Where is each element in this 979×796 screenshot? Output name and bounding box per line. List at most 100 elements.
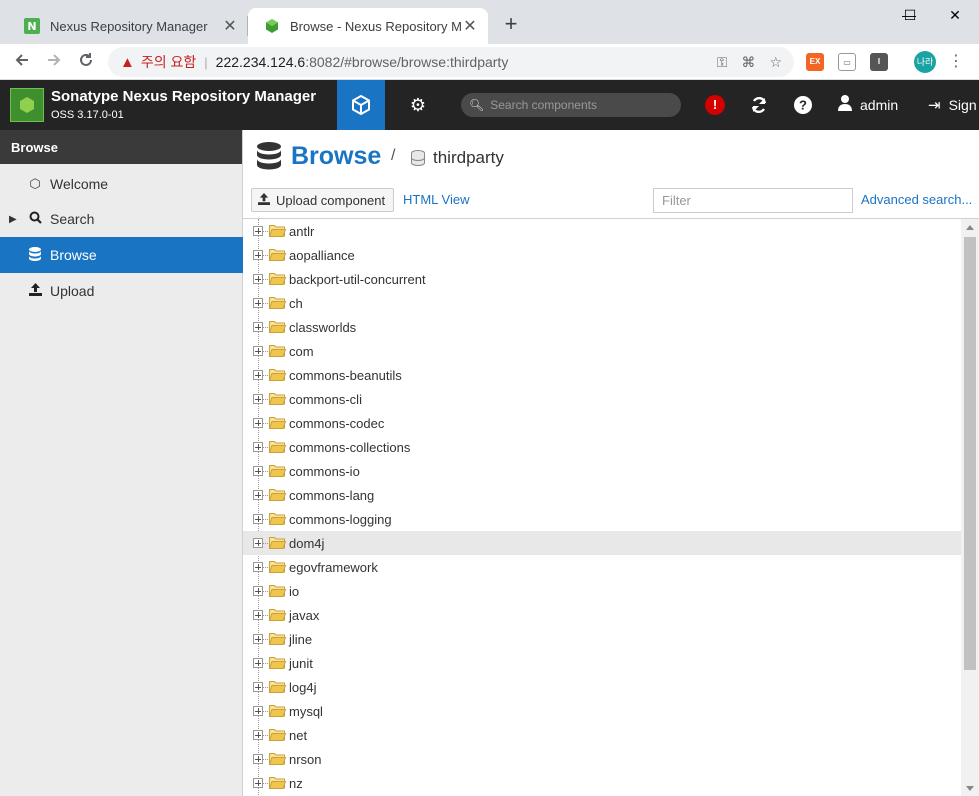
expand-toggle-icon[interactable]	[253, 394, 263, 404]
tree-connector	[263, 591, 268, 592]
extension-ex-icon[interactable]: EX	[806, 53, 824, 71]
tree-node[interactable]: egovframework	[243, 555, 961, 579]
forward-arrow-icon[interactable]	[40, 48, 68, 76]
search-components-input[interactable]: 🔍︎ Search components	[461, 93, 681, 117]
refresh-button[interactable]	[746, 80, 772, 130]
expand-toggle-icon[interactable]	[253, 586, 263, 596]
upload-component-button[interactable]: Upload component	[251, 188, 395, 212]
profile-avatar[interactable]: 나라	[914, 51, 936, 73]
expand-toggle-icon[interactable]	[253, 658, 263, 668]
advanced-search-link[interactable]: Advanced search...	[861, 192, 972, 207]
expand-toggle-icon[interactable]	[253, 706, 263, 716]
tree-node[interactable]: backport-util-concurrent	[243, 267, 961, 291]
expand-toggle-icon[interactable]	[253, 346, 263, 356]
expand-toggle-icon[interactable]	[253, 274, 263, 284]
expand-toggle-icon[interactable]	[253, 466, 263, 476]
reload-icon[interactable]	[72, 48, 100, 76]
scroll-up-arrow-icon[interactable]	[966, 225, 974, 230]
tree-node[interactable]: nrson	[243, 747, 961, 771]
window-close-button[interactable]: ✕	[932, 0, 978, 30]
expand-toggle-icon[interactable]	[253, 370, 263, 380]
folder-icon	[268, 440, 287, 453]
sidebar-item-welcome[interactable]: ⬡ Welcome	[0, 166, 243, 202]
tree-node[interactable]: commons-collections	[243, 435, 961, 459]
browser-tab-bar: N Nexus Repository Manager ✕ Browse - Ne…	[0, 0, 979, 44]
expand-toggle-icon[interactable]	[253, 442, 263, 452]
tree-node[interactable]: mysql	[243, 699, 961, 723]
sign-out-button[interactable]: ⇥ Sign out	[928, 80, 979, 130]
tree-node[interactable]: junit	[243, 651, 961, 675]
tree-node[interactable]: aopalliance	[243, 243, 961, 267]
tree-node[interactable]: javax	[243, 603, 961, 627]
tab-close-icon[interactable]: ✕	[462, 16, 478, 36]
tree-node[interactable]: commons-lang	[243, 483, 961, 507]
tree-node[interactable]: commons-cli	[243, 387, 961, 411]
tree-node[interactable]: jline	[243, 627, 961, 651]
page-title: Browse	[291, 142, 382, 170]
sidebar-item-search[interactable]: ▶ Search	[0, 201, 243, 237]
scroll-down-arrow-icon[interactable]	[966, 786, 974, 791]
app-title: Sonatype Nexus Repository Manager	[51, 88, 317, 105]
scroll-thumb[interactable]	[964, 237, 976, 670]
expand-toggle-icon[interactable]	[253, 778, 263, 788]
admin-mode-button[interactable]: ⚙	[396, 80, 440, 130]
tree-node[interactable]: com	[243, 339, 961, 363]
breadcrumb-repository[interactable]: thirdparty	[433, 148, 504, 168]
tree-node[interactable]: log4j	[243, 675, 961, 699]
tree-node[interactable]: dom4j	[243, 531, 961, 555]
expand-toggle-icon[interactable]	[253, 754, 263, 764]
expand-arrow-icon[interactable]: ▶	[9, 214, 17, 225]
url-input[interactable]: ▲ 주의 요함 | 222.234.124.6:8082/#browse/bro…	[108, 47, 794, 77]
tree-node[interactable]: nz	[243, 771, 961, 795]
sidebar-item-browse[interactable]: Browse	[0, 237, 243, 273]
folder-icon	[268, 776, 287, 789]
expand-toggle-icon[interactable]	[253, 634, 263, 644]
tree-node[interactable]: io	[243, 579, 961, 603]
html-view-link[interactable]: HTML View	[403, 192, 469, 207]
tab-browse[interactable]: Browse - Nexus Repository Manager ✕	[248, 8, 488, 44]
tree-scrollbar[interactable]	[961, 219, 979, 796]
tree-node[interactable]: commons-codec	[243, 411, 961, 435]
tab-nexus-repository-manager[interactable]: N Nexus Repository Manager ✕	[8, 8, 248, 44]
expand-toggle-icon[interactable]	[253, 418, 263, 428]
folder-icon	[268, 752, 287, 765]
help-button[interactable]: ?	[792, 80, 814, 130]
expand-toggle-icon[interactable]	[253, 730, 263, 740]
filter-input[interactable]	[653, 188, 853, 213]
expand-toggle-icon[interactable]	[253, 562, 263, 572]
tree-node[interactable]: classworlds	[243, 315, 961, 339]
new-tab-button[interactable]: +	[498, 12, 524, 38]
tree-node[interactable]: commons-beanutils	[243, 363, 961, 387]
translate-icon[interactable]: ⌘	[741, 54, 755, 71]
browse-mode-button[interactable]	[337, 80, 385, 130]
extension-card-icon[interactable]: ▭	[838, 53, 856, 71]
key-icon[interactable]: ⚿	[717, 54, 728, 71]
maximize-button[interactable]: ☐	[887, 0, 933, 30]
tree-node[interactable]: antlr	[243, 219, 961, 243]
tree-node[interactable]: ch	[243, 291, 961, 315]
expand-toggle-icon[interactable]	[253, 538, 263, 548]
expand-toggle-icon[interactable]	[253, 682, 263, 692]
tree-node[interactable]: commons-logging	[243, 507, 961, 531]
tree-connector	[263, 327, 268, 328]
extension-tool-icon[interactable]: I	[870, 53, 888, 71]
bookmark-star-icon[interactable]: ☆	[769, 54, 782, 71]
expand-toggle-icon[interactable]	[253, 250, 263, 260]
warning-triangle-icon: ▲	[120, 53, 135, 71]
browser-menu-icon[interactable]: ⋮	[948, 50, 964, 74]
expand-toggle-icon[interactable]	[253, 298, 263, 308]
user-menu[interactable]: admin	[838, 80, 898, 130]
tree-node[interactable]: commons-io	[243, 459, 961, 483]
alert-icon[interactable]: !	[705, 95, 725, 115]
expand-toggle-icon[interactable]	[253, 322, 263, 332]
back-arrow-icon[interactable]	[8, 48, 36, 76]
expand-toggle-icon[interactable]	[253, 490, 263, 500]
sidebar-item-upload[interactable]: Upload	[0, 273, 243, 309]
tree-node[interactable]: net	[243, 723, 961, 747]
expand-toggle-icon[interactable]	[253, 610, 263, 620]
address-bar: ▲ 주의 요함 | 222.234.124.6:8082/#browse/bro…	[0, 44, 979, 80]
expand-toggle-icon[interactable]	[253, 226, 263, 236]
upload-icon	[27, 283, 43, 299]
tab-close-icon[interactable]: ✕	[222, 16, 238, 36]
expand-toggle-icon[interactable]	[253, 514, 263, 524]
